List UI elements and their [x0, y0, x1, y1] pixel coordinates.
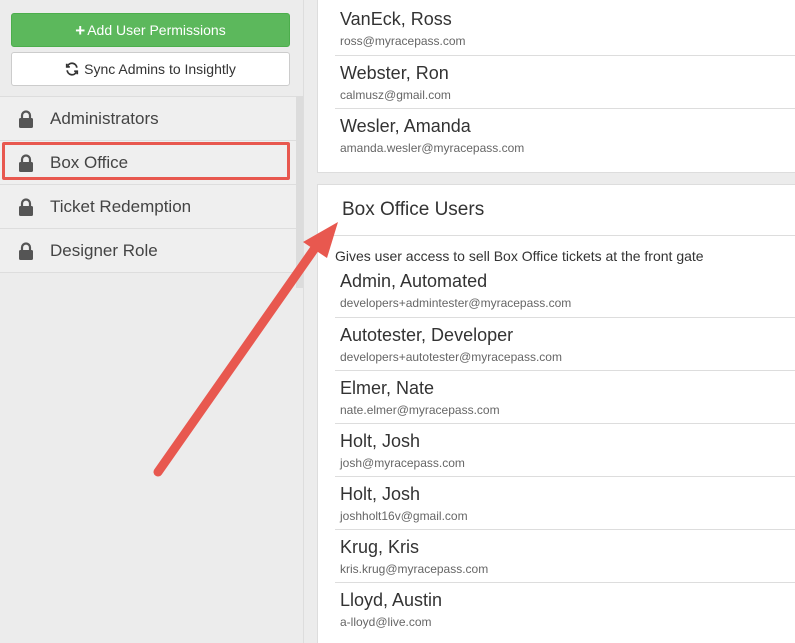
- user-row[interactable]: Holt, Josh josh@myracepass.com: [335, 423, 795, 476]
- role-label: Administrators: [50, 108, 159, 128]
- user-name: Admin, Automated: [340, 271, 488, 291]
- user-name: VanEck, Ross: [340, 9, 452, 29]
- add-user-permissions-button[interactable]: + Add User Permissions: [11, 13, 290, 47]
- administrators-panel: VanEck, Ross ross@myracepass.com Webster…: [317, 0, 795, 173]
- user-name: Lloyd, Austin: [340, 590, 443, 610]
- user-row[interactable]: Krug, Kris kris.krug@myracepass.com: [335, 529, 795, 582]
- user-row[interactable]: Autotester, Developer developers+autotes…: [335, 317, 795, 370]
- role-list: Administrators Box Office Ticket Redempt…: [0, 96, 296, 273]
- user-email: amanda.wesler@myracepass.com: [340, 141, 525, 155]
- user-email: developers+autotester@myracepass.com: [340, 350, 562, 364]
- lock-icon: [19, 153, 33, 172]
- lock-icon: [19, 197, 33, 216]
- user-name: Krug, Kris: [340, 537, 420, 557]
- user-name: Autotester, Developer: [340, 325, 514, 345]
- lock-icon: [19, 109, 33, 128]
- user-email: joshholt16v@gmail.com: [340, 509, 468, 523]
- sync-icon: [66, 62, 79, 76]
- user-email: calmusz@gmail.com: [340, 88, 451, 102]
- user-email: a-lloyd@live.com: [340, 615, 432, 629]
- left-sidebar: + Add User Permissions Sync Admins to In…: [0, 0, 304, 643]
- role-label: Designer Role: [50, 240, 158, 260]
- add-user-permissions-label: Add User Permissions: [87, 22, 226, 38]
- sync-admins-label: Sync Admins to Insightly: [84, 61, 236, 77]
- box-office-description: Gives user access to sell Box Office tic…: [335, 248, 704, 264]
- role-label: Box Office: [50, 152, 129, 172]
- box-office-panel: Box Office Users Gives user access to se…: [317, 184, 795, 643]
- role-label: Ticket Redemption: [50, 196, 192, 216]
- user-name: Elmer, Nate: [340, 378, 435, 398]
- user-email: developers+admintester@myracepass.com: [340, 296, 572, 310]
- user-email: nate.elmer@myracepass.com: [340, 403, 500, 417]
- user-email: kris.krug@myracepass.com: [340, 562, 489, 576]
- lock-icon: [19, 241, 33, 260]
- role-item-administrators[interactable]: Administrators: [0, 97, 296, 141]
- user-name: Wesler, Amanda: [340, 116, 471, 136]
- user-row[interactable]: Lloyd, Austin a-lloyd@live.com: [335, 582, 795, 635]
- role-item-box-office[interactable]: Box Office: [0, 141, 296, 185]
- user-row[interactable]: Admin, Automated developers+admintester@…: [335, 264, 795, 317]
- user-row[interactable]: Wesler, Amanda amanda.wesler@myracepass.…: [335, 108, 795, 161]
- user-row[interactable]: Holt, Josh joshholt16v@gmail.com: [335, 476, 795, 529]
- role-item-ticket-redemption[interactable]: Ticket Redemption: [0, 185, 296, 229]
- role-list-scrollbar[interactable]: [296, 96, 303, 288]
- user-name: Holt, Josh: [340, 484, 421, 504]
- user-email: ross@myracepass.com: [340, 34, 466, 48]
- role-item-designer-role[interactable]: Designer Role: [0, 229, 296, 273]
- box-office-title: Box Office Users: [318, 185, 795, 236]
- sync-admins-button[interactable]: Sync Admins to Insightly: [11, 52, 290, 86]
- user-row[interactable]: Webster, Ron calmusz@gmail.com: [335, 55, 795, 108]
- user-name: Holt, Josh: [340, 431, 421, 451]
- user-name: Webster, Ron: [340, 63, 449, 83]
- user-email: josh@myracepass.com: [340, 456, 465, 470]
- user-row[interactable]: Elmer, Nate nate.elmer@myracepass.com: [335, 370, 795, 423]
- plus-icon: +: [75, 20, 86, 40]
- user-row[interactable]: VanEck, Ross ross@myracepass.com: [335, 0, 795, 55]
